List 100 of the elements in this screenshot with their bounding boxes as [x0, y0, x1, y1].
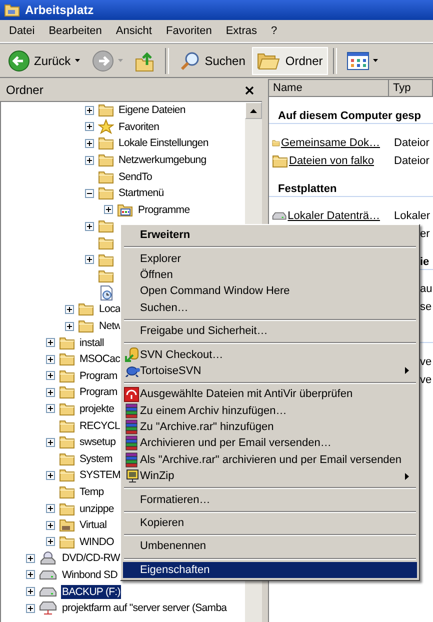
expand-icon[interactable]	[46, 504, 54, 514]
tree-item[interactable]: swsetup	[78, 435, 117, 450]
item-link[interactable]: Dateien von falko	[289, 155, 374, 167]
menu-item[interactable]: Ansicht	[108, 23, 159, 39]
expand-icon[interactable]	[46, 388, 54, 397]
tree-item[interactable]: Program	[78, 385, 118, 400]
tree-item[interactable]: Netzwerkumgebung	[118, 153, 208, 168]
drive-icon	[39, 568, 57, 581]
menu-item[interactable]: Explorer	[123, 250, 417, 267]
tree-item[interactable]: projekte	[78, 402, 116, 416]
item-type: Dateior	[394, 137, 430, 149]
tree-item[interactable]: Programme	[137, 202, 191, 217]
menu-item[interactable]: Eigenschaften	[123, 562, 417, 578]
expand-icon[interactable]	[84, 122, 94, 132]
menu-item[interactable]: Als "Archive.rar" archivieren und per Email versenden	[123, 452, 417, 468]
item-text: er	[420, 228, 430, 240]
expand-icon[interactable]	[65, 322, 74, 331]
tree-item[interactable]: System	[78, 452, 114, 466]
expand-icon[interactable]	[84, 138, 94, 148]
item-type: Dateior	[394, 155, 430, 167]
tree-item[interactable]: Lokale Einstellungen	[118, 136, 210, 150]
tree-item[interactable]: Favoriten	[118, 120, 160, 134]
expand-icon[interactable]	[26, 604, 35, 613]
tree-item[interactable]: WINDO	[78, 534, 115, 549]
expand-icon[interactable]	[46, 520, 54, 530]
tree-item[interactable]: projektfarm auf "server server (Samba	[61, 601, 228, 616]
tree-item[interactable]: Virtual	[78, 518, 108, 532]
star-icon	[98, 119, 114, 134]
expand-icon[interactable]	[46, 404, 54, 414]
folder-icon	[98, 103, 114, 118]
expand-icon[interactable]	[46, 537, 54, 546]
tree-item[interactable]: unzippe	[78, 502, 115, 516]
folder-icon	[58, 418, 74, 433]
folder-icon	[4, 3, 20, 17]
menu-item[interactable]: Zu "Archive.rar" hinzufügen	[123, 418, 417, 436]
clock-document-icon	[98, 284, 114, 301]
folder-icon	[58, 484, 74, 499]
tree-item[interactable]: Startmenü	[118, 186, 165, 200]
tree-item[interactable]: MSOCac	[78, 352, 121, 366]
collapse-icon[interactable]	[84, 188, 94, 198]
expand-icon[interactable]	[46, 470, 54, 480]
menu-item[interactable]: Suchen…	[123, 300, 417, 316]
tree-item[interactable]: Temp	[78, 484, 105, 499]
scroll-up-button[interactable]	[245, 102, 262, 119]
menu-item[interactable]: Ausgewählte Dateien mit AntiVir überprüfen	[123, 386, 417, 403]
menu-item[interactable]: Zu einem Archiv hinzufügen…	[123, 402, 417, 419]
item-type: Lokaler	[394, 210, 430, 222]
expand-icon[interactable]	[46, 371, 54, 380]
tree-item[interactable]: Winbond SD	[61, 568, 118, 582]
folder-icon	[58, 502, 74, 516]
folder-icon	[58, 336, 74, 350]
menu-item[interactable]: Erweitern	[123, 227, 417, 244]
menu-item[interactable]: Formatieren…	[123, 491, 417, 508]
back-button[interactable]: Zurück	[3, 46, 85, 74]
pane-title: Ordner	[6, 83, 44, 97]
tree-item[interactable]: RECYCL	[78, 418, 121, 433]
menu-item[interactable]: Öffnen	[123, 266, 417, 284]
item-link[interactable]: Gemeinsame Dok…	[280, 137, 380, 149]
expand-icon[interactable]	[46, 354, 54, 364]
expand-icon[interactable]	[26, 570, 35, 580]
umbrella-icon	[124, 386, 139, 402]
tree-item[interactable]: install	[78, 336, 105, 350]
tree-item[interactable]: SendTo	[118, 170, 154, 184]
tree-item[interactable]: Eigene Dateien	[118, 103, 186, 118]
tree-item[interactable]: BACKUP (F:)	[61, 584, 122, 599]
expand-icon[interactable]	[46, 438, 54, 447]
cd-drive-icon	[39, 550, 57, 566]
menu-item[interactable]: Open Command Window Here	[123, 283, 417, 300]
expand-icon[interactable]	[65, 304, 74, 314]
item-link[interactable]: Lokaler Datenträ…	[288, 210, 380, 222]
up-arrow-icon	[250, 108, 257, 112]
column-header[interactable]: Typ	[389, 80, 433, 97]
search-button[interactable]: Suchen	[174, 46, 250, 74]
folders-button[interactable]: Ordner	[252, 46, 328, 74]
folders-icon	[257, 50, 282, 70]
expand-icon[interactable]	[26, 554, 35, 563]
expand-icon[interactable]	[26, 587, 35, 596]
menu-item[interactable]: Archivieren und per Email versenden…	[123, 435, 417, 452]
menu-item[interactable]: Kopieren	[123, 514, 417, 532]
menu-item[interactable]: SVN Checkout…	[123, 346, 417, 363]
column-header[interactable]: Name	[269, 80, 389, 97]
menu-item[interactable]: Umbenennen	[123, 538, 417, 555]
menu-item[interactable]: Bearbeiten	[42, 23, 109, 39]
tree-item[interactable]: DVD/CD-RW	[61, 551, 121, 566]
menu-item[interactable]: ?	[264, 23, 284, 39]
expand-icon[interactable]	[84, 156, 94, 165]
expand-icon[interactable]	[84, 222, 94, 231]
menu-item[interactable]: WinZip	[123, 468, 417, 484]
expand-icon[interactable]	[104, 205, 113, 214]
expand-icon[interactable]	[84, 106, 94, 115]
tree-item[interactable]: Loca	[98, 302, 122, 316]
menu-item[interactable]: Freigabe und Sicherheit…	[123, 322, 417, 340]
tree-item[interactable]: Program	[78, 368, 118, 383]
menu-item[interactable]: TortoiseSVN	[123, 362, 417, 380]
menu-item[interactable]: Favoriten	[158, 23, 219, 39]
tree-item[interactable]: SYSTEM	[78, 468, 122, 482]
expand-icon[interactable]	[46, 338, 54, 348]
menu-item[interactable]: Datei	[2, 23, 42, 39]
expand-icon[interactable]	[84, 255, 94, 264]
menu-item[interactable]: Extras	[218, 23, 264, 39]
